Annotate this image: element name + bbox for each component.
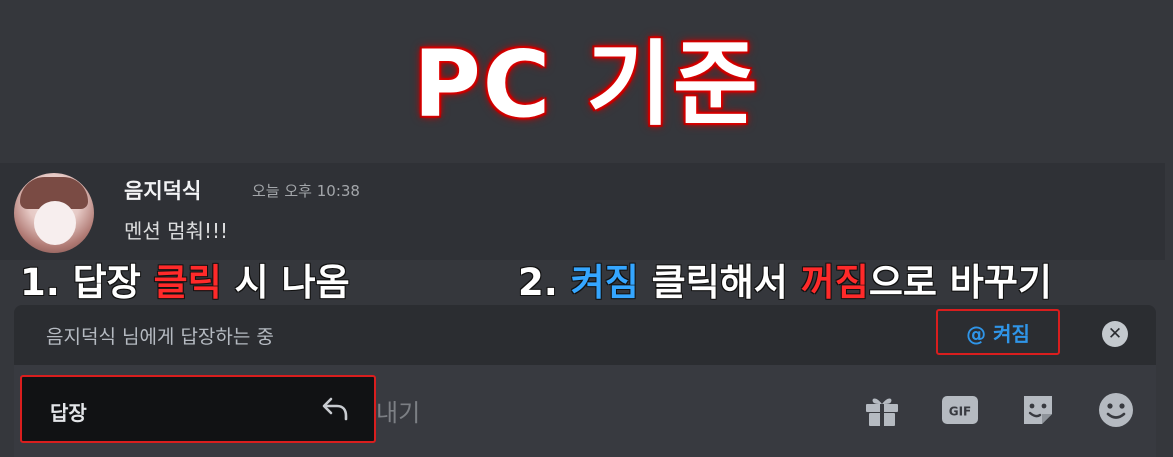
message-text: 멘션 멈춰!!! xyxy=(124,219,229,243)
chat-message: 음지덕식 오늘 오후 10:38 멘션 멈춰!!! xyxy=(0,163,1165,260)
annotation-step-1-prefix: 1. 답장 xyxy=(20,261,154,304)
annotation-step-1-highlight: 클릭 xyxy=(153,261,222,304)
reply-menu-item[interactable]: 답장 xyxy=(20,375,376,443)
reply-status-text: 음지덕식 님에게 답장하는 중 xyxy=(46,326,274,348)
page-title: PC 기준 xyxy=(413,31,760,138)
annotation-step-2-red: 꺼짐 xyxy=(800,261,869,304)
svg-text:GIF: GIF xyxy=(949,405,972,419)
gif-icon[interactable]: GIF xyxy=(940,390,980,430)
annotation-step-1-suffix: 시 나옴 xyxy=(221,261,350,304)
close-icon[interactable]: ✕ xyxy=(1102,321,1128,347)
input-placeholder: 내기 xyxy=(376,399,421,427)
annotation-step-2: 2. 켜짐 클릭해서 꺼짐으로 바꾸기 xyxy=(518,252,1052,306)
reply-arrow-icon xyxy=(322,397,348,421)
avatar[interactable] xyxy=(14,173,94,253)
annotation-step-1: 1. 답장 클릭 시 나옴 xyxy=(20,252,350,306)
annotation-step-2-prefix: 2. xyxy=(518,261,571,304)
annotation-step-2-suffix: 으로 바꾸기 xyxy=(868,261,1052,304)
message-timestamp: 오늘 오후 10:38 xyxy=(252,182,360,200)
reply-bar: 음지덕식 님에게 답장하는 중 @ 켜짐 ✕ xyxy=(14,305,1156,365)
annotation-step-2-middle: 클릭해서 xyxy=(638,261,801,304)
annotation-step-2-blue: 켜짐 xyxy=(570,261,639,304)
gift-icon[interactable] xyxy=(862,390,902,430)
message-username[interactable]: 음지덕식 xyxy=(124,175,201,205)
mention-toggle-button[interactable]: @ 켜짐 xyxy=(936,309,1060,355)
sticker-icon[interactable] xyxy=(1018,390,1058,430)
reply-menu-label: 답장 xyxy=(50,401,87,425)
emoji-icon[interactable] xyxy=(1096,390,1136,430)
